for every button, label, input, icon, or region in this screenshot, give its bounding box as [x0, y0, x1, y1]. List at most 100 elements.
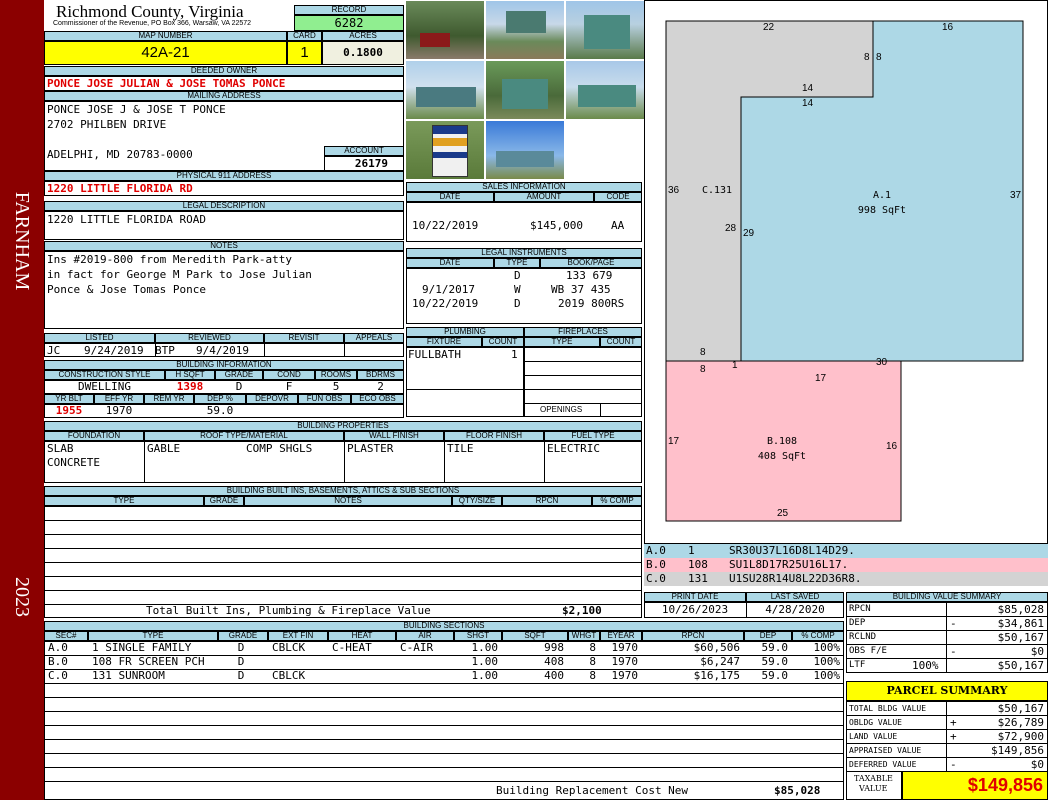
property-photo-4	[405, 60, 485, 120]
section-cell-dep: 59.0	[761, 655, 789, 668]
openings-label: OPENINGS	[540, 405, 583, 414]
property-photo-1	[405, 0, 485, 60]
map-number-header: MAP NUMBER	[44, 31, 287, 41]
section-cell-sec: B.0	[48, 655, 68, 668]
area-a-label: A.1	[872, 190, 892, 201]
sales-h-code: CODE	[594, 192, 642, 202]
prop-h-floor: FLOOR FINISH	[444, 431, 544, 441]
legend-a-vec: SR30U37L16D8L14D29.	[729, 544, 855, 557]
value-summary-value: $85,028	[997, 603, 1044, 616]
sections-col-header: SHGT	[454, 631, 502, 641]
legend-b-code: 108	[688, 558, 708, 571]
bi-h-cond: COND	[263, 370, 315, 380]
owner-name: PONCE JOSE JULIAN & JOSE TOMAS PONCE	[47, 77, 286, 90]
mailing-header: MAILING ADDRESS	[44, 91, 404, 101]
bi-h-funobs: FUN OBS	[298, 394, 351, 404]
value-summary-name: LTF	[849, 660, 866, 670]
plumb-count: 1	[511, 348, 518, 361]
dim-8-b: 8	[876, 52, 882, 63]
bi-h-bdrms: BDRMS	[357, 370, 404, 380]
instr-row3-book: 2019 800RS	[558, 297, 625, 310]
account-header: ACCOUNT	[324, 146, 404, 156]
sections-col-header: % COMP	[792, 631, 844, 641]
sections-col-header: EXT FIN	[268, 631, 328, 641]
section-cell-comp: 100%	[813, 641, 841, 654]
section-cell-shgt: 1.00	[471, 669, 499, 682]
section-cell-whgt: 8	[589, 641, 596, 654]
prop-roof-material: COMP SHGLS	[246, 442, 313, 455]
prop-h-wall: WALL FINISH	[344, 431, 444, 441]
parcel-summary-name: TOTAL BLDG VALUE	[849, 704, 927, 713]
bi-h-grade: GRADE	[215, 370, 263, 380]
legal-description: 1220 LITTLE FLORIDA ROAD	[47, 213, 206, 226]
area-b-sqft: 408 SqFt	[757, 451, 807, 462]
dim-37: 37	[1010, 190, 1022, 201]
prop-foundation-1: SLAB	[47, 442, 74, 455]
owner-header: DEEDED OWNER	[44, 66, 404, 76]
dim-16-right: 16	[886, 441, 898, 452]
property-photo-8	[485, 120, 565, 180]
plumb-h-fixture: FIXTURE	[406, 337, 482, 347]
bi-bdrms: 2	[377, 380, 384, 393]
print-date-header: PRINT DATE	[644, 592, 746, 602]
value-summary-pct: 100%	[912, 659, 939, 672]
value-summary-name: RCLND	[849, 632, 877, 642]
sections-col-header: GRADE	[218, 631, 268, 641]
legend-a-id: A.0	[646, 544, 666, 557]
record-value: 6282	[294, 15, 404, 31]
bi-h-rooms: ROOMS	[315, 370, 357, 380]
dim-25: 25	[777, 508, 789, 519]
year-label: 2023	[11, 577, 33, 617]
bi-style: DWELLING	[78, 380, 131, 393]
sales-header: SALES INFORMATION	[406, 182, 642, 192]
physical-address: 1220 LITTLE FLORIDA RD	[47, 182, 193, 195]
instruments-header: LEGAL INSTRUMENTS	[406, 248, 642, 258]
section-cell-heat: C-HEAT	[332, 641, 372, 654]
notes-line2: in fact for George M Park to Jose Julian	[47, 268, 312, 281]
bi-grade: D	[235, 380, 243, 393]
sales-h-amount: AMOUNT	[494, 192, 594, 202]
parcel-summary-name: DEFERRED VALUE	[849, 760, 917, 769]
legal-header: LEGAL DESCRIPTION	[44, 201, 404, 211]
bi-h-remyr: REM YR	[144, 394, 194, 404]
builtins-total-value: $2,100	[562, 604, 602, 617]
properties-header: BUILDING PROPERTIES	[44, 421, 642, 431]
fire-h-count: COUNT	[600, 337, 642, 347]
section-cell-shgt: 1.00	[471, 655, 499, 668]
value-summary-name: DEP	[849, 618, 866, 628]
section-cell-eyear: 1970	[611, 655, 639, 668]
section-cell-ext: CBLCK	[272, 641, 306, 654]
section-cell-sqft: 400	[544, 669, 564, 682]
value-summary-name: OBS F/E	[849, 646, 887, 656]
instr-h-date: DATE	[406, 258, 494, 268]
listed-date: 9/24/2019	[84, 344, 144, 357]
notes-header: NOTES	[44, 241, 404, 251]
property-photo-3	[565, 0, 645, 60]
notes-line3: Ponce & Jose Tomas Ponce	[47, 283, 206, 296]
bin-h-comp: % COMP	[592, 496, 642, 506]
print-date: 10/26/2023	[661, 603, 729, 616]
county-title: Richmond County, Virginia	[56, 2, 244, 21]
account-value: 26179	[324, 156, 404, 171]
taxable-value: $149,856	[902, 771, 1048, 800]
bi-h-effyr: EFF YR	[94, 394, 144, 404]
plumbing-header: PLUMBING	[406, 327, 524, 337]
dim-8-d: 8	[700, 364, 706, 375]
legend-a-code: 1	[688, 544, 695, 557]
legend-c-code: 131	[688, 572, 708, 585]
instr-row2-book: WB 37 435	[551, 283, 611, 296]
sales-amount: $145,000	[530, 219, 583, 232]
fireplaces-header: FIREPLACES	[524, 327, 642, 337]
legend-b-vec: SU1L8D17R25U16L17.	[729, 558, 849, 571]
sections-col-header: DEP	[744, 631, 792, 641]
instr-row3-type: D	[514, 297, 521, 310]
parcel-summary-title: PARCEL SUMMARY	[846, 681, 1048, 701]
area-b-label: B.108	[766, 436, 798, 447]
bi-dep: 59.0	[206, 404, 234, 417]
bi-h-ecoobs: ECO OBS	[351, 394, 404, 404]
section-cell-type: 1 SINGLE FAMILY	[92, 641, 192, 654]
mailing-line2: 2702 PHILBEN DRIVE	[47, 118, 167, 131]
section-cell-grade: D	[237, 669, 245, 682]
appeals-header: APPEALS	[344, 333, 404, 343]
value-summary-value: $0	[1030, 645, 1044, 658]
